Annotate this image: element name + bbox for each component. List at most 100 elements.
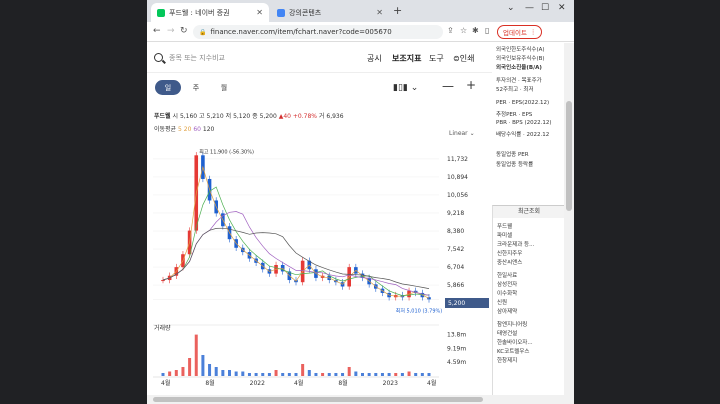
sidebar-info-line: 동일업종 PER [496,152,529,158]
naver-favicon-icon [157,8,165,17]
sidepanel-icon[interactable]: ▯ [485,26,489,35]
recent-item[interactable]: 한창제지 [497,356,517,364]
volume-bar [208,364,212,376]
x-tick-label: 8월 [205,379,214,387]
sidebar-info-line: 배당수익률 · 2022.12 [496,132,550,138]
volume-bar [254,373,258,376]
search-icon[interactable] [154,53,163,62]
reload-icon[interactable]: ↻ [180,26,188,36]
vertical-scrollbar[interactable] [564,43,574,404]
minimize-icon[interactable]: — [525,3,534,13]
high-value: 5,210 [206,113,224,120]
price-chart[interactable]: 11,732 10,894 10,056 9,218 8,380 7,542 6,704 5,… [147,143,492,393]
open-value: 5,160 [179,113,198,120]
sidebar-info-line: PER · EPS(2022.12) [496,100,550,106]
horizontal-scrollbar[interactable] [147,395,564,404]
scale-toggle[interactable]: Linear ⌄ [449,130,475,137]
moving-average-legend: 이동평균 5 20 60 120 [154,126,215,133]
volume-bar [181,367,185,376]
x-tick-label: 2022 [250,380,265,387]
recent-item[interactable]: 한일사료 [497,271,517,279]
volume-bar [221,370,225,376]
doc-favicon-icon [277,8,285,17]
close-icon[interactable]: ✕ [256,8,263,17]
scroll-thumb[interactable] [566,101,572,211]
new-tab-icon[interactable]: + [393,4,402,17]
volume-bar [400,373,404,376]
x-tick-label: 4월 [161,379,170,387]
share-icon[interactable]: ⇪ [447,26,454,35]
recent-item[interactable]: 삼성전자 [497,280,517,288]
zoom-in-icon[interactable]: + [466,78,476,92]
sidebar-info-line: 추정PER · EPS [496,112,533,118]
chevron-down-icon[interactable]: ⌄ [507,3,515,13]
volume-bar [420,373,424,376]
sidebar-info-line: 외국인소진율(B/A) [496,65,542,71]
period-week-button[interactable]: 주 [183,80,209,95]
volume-bar [394,373,398,376]
tab-label: 강의콘텐츠 [289,8,322,17]
y-tick-label: 11,732 [447,156,468,163]
bookmark-star-icon[interactable]: ☆ [460,26,467,35]
stock-name: 푸드웰 [154,113,171,120]
volume-bar [314,373,318,376]
volume-bar [261,373,265,376]
menu-print[interactable]: ⊜인쇄 [453,53,474,64]
volume-bar [321,373,325,376]
volume-bar [168,371,172,376]
volume-bar [334,373,338,376]
period-day-button[interactable]: 일 [155,80,181,95]
high-annotation: 최고 11,900 (-56.30%) [199,148,254,155]
print-icon: ⊜ [453,54,460,63]
volume-bar [367,373,371,376]
x-tick-label: 4월 [427,379,436,387]
tab-strip: 푸드웰 : 네이버 증권 ✕ 강의콘텐츠 ✕ + ⌄ — ☐ ✕ [147,0,574,22]
volume-tick-label: 9.19m [447,345,466,352]
h-scroll-thumb[interactable] [153,397,483,402]
recent-item[interactable]: 신원 [497,298,507,306]
recent-item[interactable]: 크라운제과 등... [497,240,534,248]
recent-item[interactable]: 푸드웰 [497,222,512,230]
recent-item[interactable]: 삼아제약 [497,307,517,315]
stock-info-sidebar: 최근조회 푸드웰 파미셀 크라운제과 등... 신한지주우 중산씨앤스 한일사료 삼성전자 이… [492,43,565,404]
volume-bar [201,355,205,376]
recent-item[interactable]: 참엔지니어링 [497,320,527,328]
recent-item[interactable]: 태영건설 [497,329,517,337]
tab-label: 푸드웰 : 네이버 증권 [169,8,230,17]
volume-bar [327,373,331,376]
menu-indicators[interactable]: 보조지표 [392,53,421,64]
maximize-icon[interactable]: ☐ [541,3,549,13]
forward-icon[interactable]: → [167,26,175,36]
extensions-icon[interactable]: ✱ [472,26,479,35]
recent-item[interactable]: 신한지주우 [497,249,522,257]
back-icon[interactable]: ← [153,26,161,36]
volume-bar [234,371,238,376]
candlestick-type-icon[interactable]: ▮▯▮ ⌄ [393,83,418,93]
recent-item[interactable]: 한솔바이오자... [497,338,533,346]
recent-item[interactable]: 이수화학 [497,289,517,297]
close-window-icon[interactable]: ✕ [558,3,566,13]
menu-tools[interactable]: 도구 [429,53,444,64]
tab-lecture[interactable]: 강의콘텐츠 ✕ [271,3,389,22]
volume-bar [214,367,218,376]
period-month-button[interactable]: 월 [211,80,237,95]
tab-naver-stock[interactable]: 푸드웰 : 네이버 증권 ✕ [151,3,269,22]
change-percent: +0.78% [292,113,317,120]
zoom-out-icon[interactable]: — [442,79,454,93]
update-button[interactable]: 업데이트 ⋮ [497,25,543,39]
volume-bar [228,370,231,376]
volume-bar [414,373,418,376]
recent-item[interactable]: KC코트렐우스 [497,347,529,355]
volume-bar [354,371,358,376]
volume-bar [267,373,271,376]
y-tick-label: 10,056 [447,192,468,199]
close-icon[interactable]: ✕ [376,8,383,17]
search-input[interactable]: 종목 또는 지수비교 [169,53,225,63]
y-tick-label: 6,704 [447,264,464,271]
sidebar-info-line: 외국인보유주식수(B) [496,56,545,62]
menu-disclosure[interactable]: 공시 [367,53,382,64]
recent-item[interactable]: 중산씨앤스 [497,258,522,266]
recent-item[interactable]: 파미셀 [497,231,512,239]
volume-bar [374,373,378,376]
url-field[interactable]: 🔒 finance.naver.com/item/fchart.naver?co… [193,25,443,39]
